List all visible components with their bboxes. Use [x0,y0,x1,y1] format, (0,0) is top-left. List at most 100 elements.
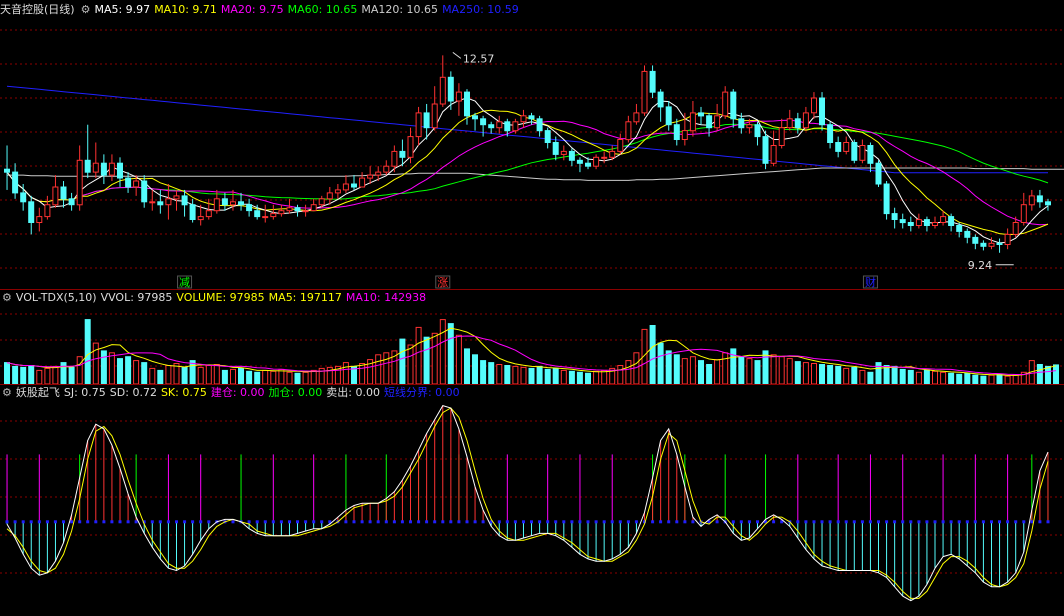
candle-up [133,180,140,188]
price-panel-header: 天音控股(日线) ⚙ MA5: 9.97 MA10: 9.71 MA20: 9.75 MA… [0,2,527,18]
candle-down [657,91,664,108]
low-price-label: 9.24 [968,259,993,272]
volume-bar-down [528,367,535,385]
candle-down [754,124,761,138]
baseline-dot [626,520,630,524]
volume-bar-up [593,370,600,385]
baseline-dot [279,520,283,524]
volume-bar-down [851,366,858,385]
candle-up [770,145,777,164]
baseline-dot [449,520,453,524]
volume-bar-down [754,360,761,385]
candle-down [738,118,745,129]
volume-bar-down [568,370,575,385]
candle-up [367,174,374,179]
baseline-dot [828,520,832,524]
gear-icon[interactable]: ⚙ [2,385,12,401]
candle-up [625,121,632,141]
baseline-dot [134,520,138,524]
baseline-dot [344,520,348,524]
candle-down [762,136,769,164]
volume-bar-down [84,319,91,385]
candle-up [1004,233,1011,245]
volume-bar-up [197,366,204,385]
ma-legend-item-5: MA250: 10.59 [442,3,519,16]
baseline-dot [667,520,671,524]
candle-up [36,216,43,224]
baseline-dot [417,520,421,524]
indicator-name: 妖股起飞 [15,386,60,399]
volume-bar-up [689,356,696,385]
candle-down [423,112,430,129]
volume-bar-down [891,365,898,385]
candle-up [641,70,648,114]
baseline-dot [1038,520,1042,524]
baseline-dot [804,520,808,524]
candle-down [698,112,704,117]
candle-up [617,139,624,152]
baseline-dot [352,520,356,524]
baseline-dot [376,520,380,524]
volume-bar-down [238,367,244,385]
gear-icon[interactable]: ⚙ [81,2,91,18]
baseline-dot [255,520,259,524]
baseline-dot [360,520,364,524]
volume-bar-up [625,360,632,385]
volume-bar-up [1012,374,1019,385]
volume-bar-down [576,371,583,385]
volume-bar-down [883,365,890,385]
candle-down [964,230,971,238]
volume-bar-down [706,364,713,385]
baseline-dot [78,520,82,524]
volume-bar-down [907,369,914,385]
baseline-dot [868,520,872,524]
volume-bar-down [125,356,132,385]
baseline-dot [70,520,74,524]
volume-bar-down [649,325,656,385]
candle-down [221,198,228,206]
volume-bar-down [980,375,987,385]
candle-down [835,142,842,152]
candle-up [859,145,866,161]
candle-up [520,115,527,123]
baseline-dot [191,520,195,524]
candle-up [310,204,317,212]
volume-bar-down [12,365,19,385]
candle-down [867,145,874,164]
volume-bar-down [585,372,591,385]
candle-up [359,177,366,188]
candle-down [4,168,10,173]
baseline-dot [271,520,275,524]
candle-down [649,70,656,93]
baseline-dot [29,520,33,524]
volume-bar-up [601,369,608,385]
baseline-dot [126,520,130,524]
candle-up [722,91,729,117]
baseline-dot [247,520,251,524]
volume-bar-down [964,372,971,385]
candle-down [60,186,67,200]
candle-down [68,198,75,206]
baseline-dot [877,520,880,524]
baseline-dot [166,520,170,524]
candle-down [576,159,583,164]
volume-bar-up [617,365,624,385]
candle-down [1045,201,1051,206]
volume-bar-up [286,371,293,385]
candle-up [302,210,309,213]
baseline-dot [901,520,905,524]
candle-up [681,130,688,141]
baseline-dot [796,520,800,524]
volume-bar-up [205,365,212,385]
baseline-dot [457,520,461,524]
candle-up [262,216,269,219]
candle-up [811,97,817,114]
volume-bar-down [246,370,253,385]
baseline-dot [715,520,719,524]
event-marker-label: 涨 [437,276,448,289]
candle-up [230,201,236,206]
gear-icon[interactable]: ⚙ [2,290,12,306]
baseline-dot [893,520,897,524]
candle-up [746,124,753,129]
volume-bar-up [213,364,220,385]
